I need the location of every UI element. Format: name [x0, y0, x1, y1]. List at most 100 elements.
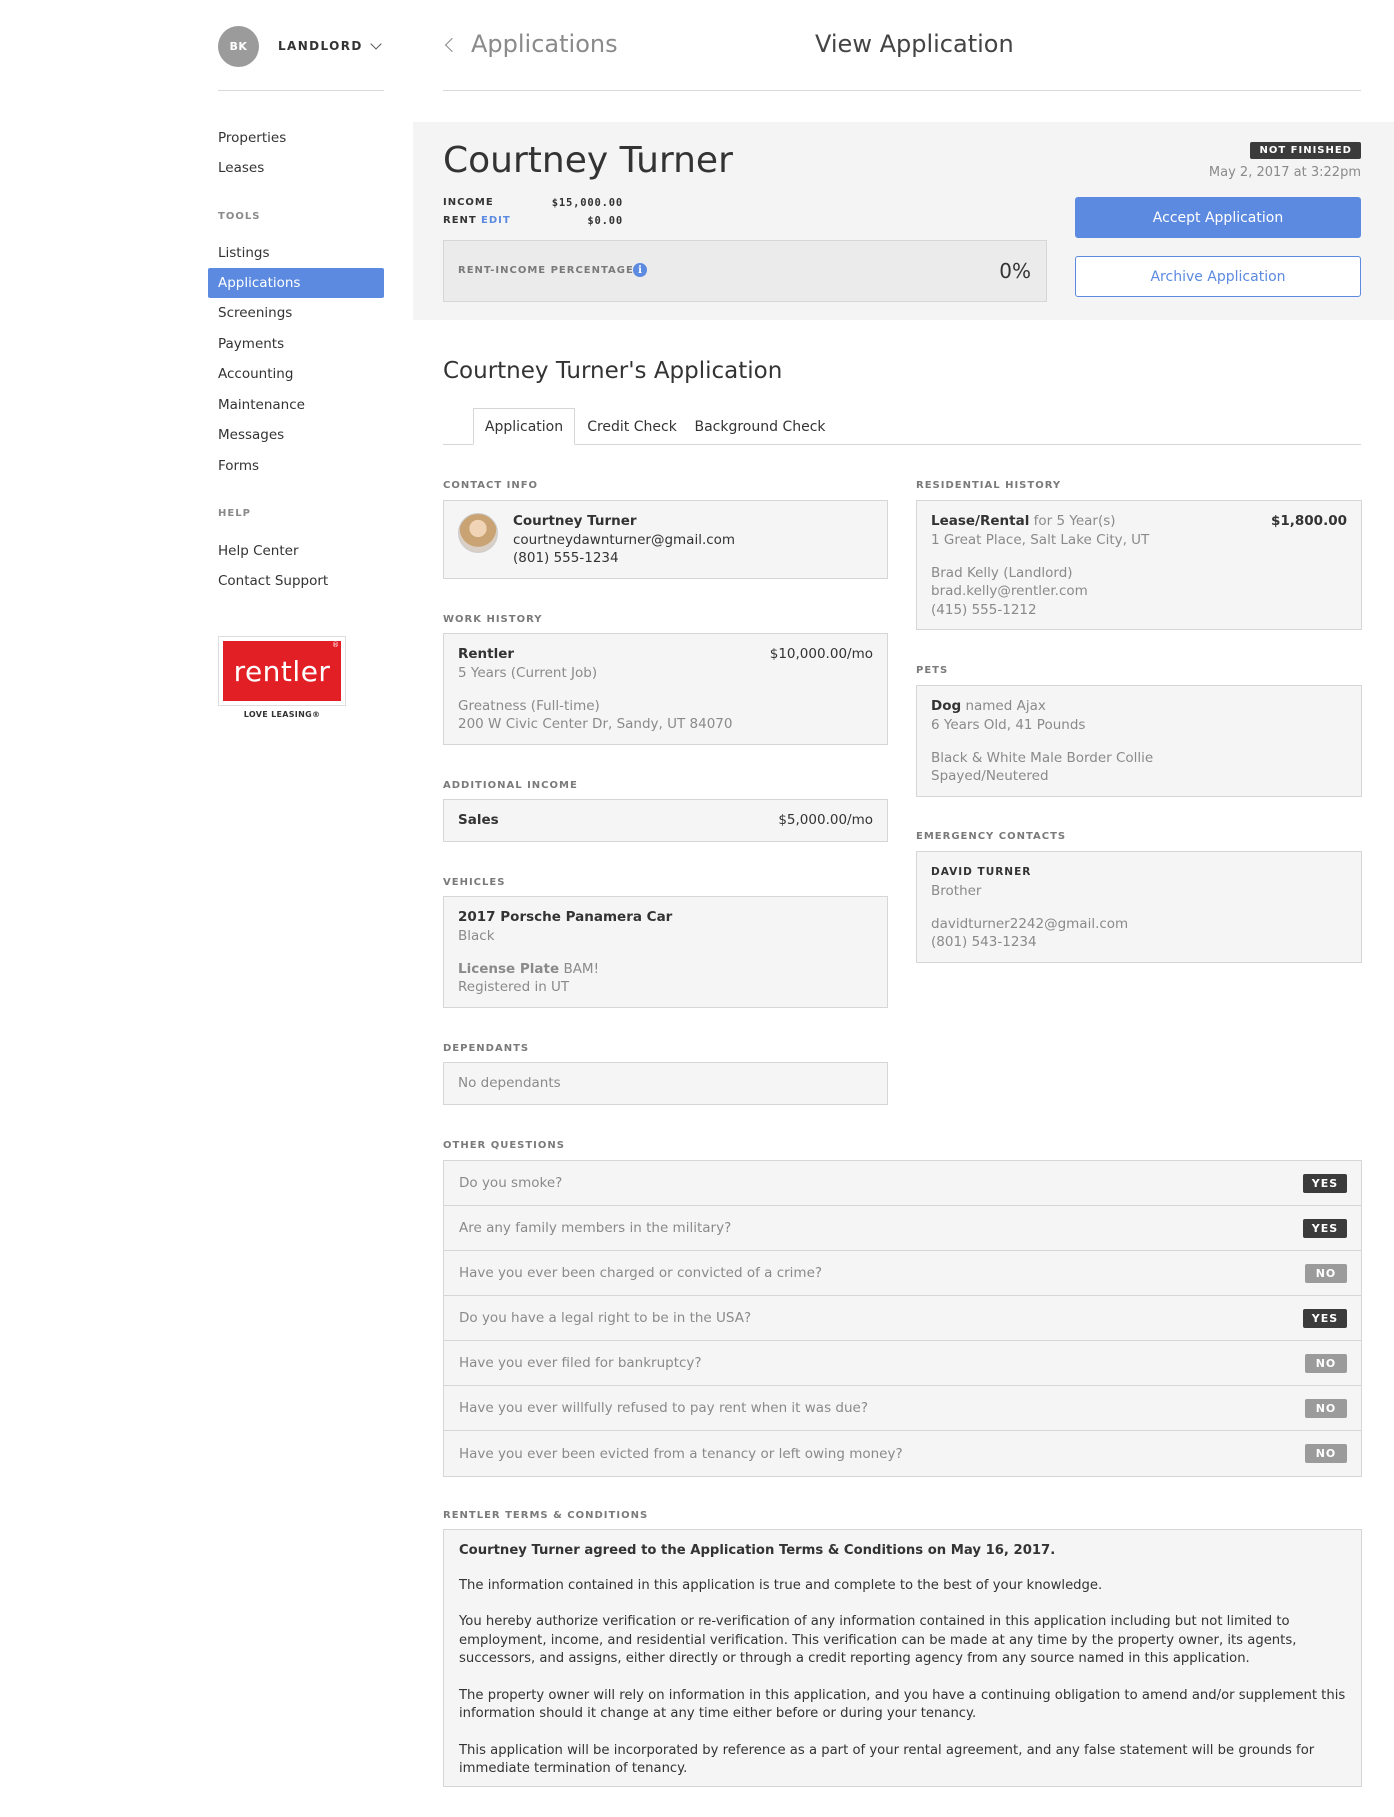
contact-phone[interactable]: (801) 555-1234	[513, 549, 619, 568]
emergency-contact-card: DAVID TURNER Brother davidturner2242@gma…	[916, 851, 1362, 963]
work-duration: 5 Years (Current Job)	[458, 665, 598, 681]
vehicle-plate-label: License Plate	[458, 961, 560, 977]
terms-paragraph: The property owner will rely on informat…	[459, 1687, 1346, 1722]
application-section-title: Courtney Turner's Application	[443, 358, 783, 384]
vehicle-plate: License Plate BAM!	[458, 960, 599, 979]
sidebar-item-contact-support[interactable]: Contact Support	[208, 566, 384, 596]
logo-wordmark: rentler	[223, 641, 341, 701]
pet-kind-line: Dog named Ajax	[931, 697, 1046, 716]
rent-income-percentage-label: RENT-INCOME PERCENTAGE	[458, 265, 634, 276]
landlord-name: Brad Kelly (Landlord)	[931, 565, 1073, 581]
residence-rent: $1,800.00	[1270, 513, 1347, 529]
rent-income-percentage-box: RENT-INCOME PERCENTAGE i 0%	[443, 240, 1047, 302]
vehicles-label: VEHICLES	[443, 877, 506, 888]
terms-card: Courtney Turner agreed to the Applicatio…	[443, 1529, 1362, 1787]
nav-heading-tools: TOOLS	[218, 211, 261, 222]
terms-paragraph: You hereby authorize verification or re-…	[459, 1614, 1297, 1666]
answer-badge: NO	[1305, 1444, 1347, 1463]
additional-income-amount: $5,000.00/mo	[778, 812, 873, 828]
contact-email[interactable]: courtneydawnturner@gmail.com	[513, 531, 735, 550]
avatar[interactable]: BK	[218, 25, 259, 67]
residence-duration: for 5 Year(s)	[1033, 513, 1116, 529]
chevron-down-icon[interactable]	[370, 37, 382, 50]
questions-table: Do you smoke? YES Are any family members…	[443, 1160, 1362, 1477]
answer-badge: NO	[1305, 1264, 1347, 1283]
emergency-contact-relation: Brother	[931, 883, 982, 899]
work-income: $10,000.00/mo	[769, 646, 873, 662]
pet-description: Black & White Male Border Collie	[931, 750, 1154, 766]
tab-background-check[interactable]: Background Check	[690, 408, 830, 445]
rent-label: RENT	[443, 215, 477, 226]
applicant-photo	[458, 513, 498, 553]
sidebar-item-forms[interactable]: Forms	[208, 451, 384, 481]
pet-kind: Dog	[931, 698, 962, 714]
accept-application-button[interactable]: Accept Application	[1075, 197, 1361, 238]
additional-income-source: Sales	[458, 812, 499, 828]
chevron-left-icon[interactable]	[444, 37, 460, 53]
info-icon[interactable]: i	[633, 263, 647, 277]
question-text: Do you smoke?	[459, 1175, 563, 1191]
emergency-contacts-label: EMERGENCY CONTACTS	[916, 831, 1067, 842]
sidebar-item-listings[interactable]: Listings	[208, 238, 384, 268]
sidebar-item-messages[interactable]: Messages	[208, 420, 384, 450]
divider	[443, 90, 1361, 91]
sidebar-item-maintenance[interactable]: Maintenance	[208, 390, 384, 420]
pets-label: PETS	[916, 665, 949, 676]
question-row: Do you have a legal right to be in the U…	[444, 1296, 1361, 1341]
question-row: Are any family members in the military? …	[444, 1206, 1361, 1251]
question-text: Do you have a legal right to be in the U…	[459, 1310, 752, 1326]
answer-badge: NO	[1305, 1354, 1347, 1373]
terms-paragraph: The information contained in this applic…	[459, 1577, 1103, 1593]
sidebar-item-accounting[interactable]: Accounting	[208, 359, 384, 389]
tab-application[interactable]: Application	[473, 408, 575, 445]
rentler-logo[interactable]: rentler ®	[218, 636, 346, 706]
applicant-name: Courtney Turner	[443, 140, 733, 181]
landlord-phone[interactable]: (415) 555-1212	[931, 601, 1037, 620]
account-role-label[interactable]: LANDLORD	[278, 39, 363, 53]
registered-mark: ®	[332, 641, 339, 649]
account-menu[interactable]: BK LANDLORD	[218, 25, 384, 67]
rent-value: $0.00	[587, 215, 623, 227]
pet-age-weight: 6 Years Old, 41 Pounds	[931, 717, 1086, 733]
terms-label: RENTLER TERMS & CONDITIONS	[443, 1510, 649, 1521]
sidebar-item-payments[interactable]: Payments	[208, 329, 384, 359]
sidebar-item-help-center[interactable]: Help Center	[208, 536, 384, 566]
additional-income-label: ADDITIONAL INCOME	[443, 780, 578, 791]
nav-heading-help: HELP	[218, 508, 251, 519]
residential-history-card: Lease/Rental for 5 Year(s) $1,800.00 1 G…	[916, 500, 1362, 630]
residence-type-line: Lease/Rental for 5 Year(s)	[931, 512, 1116, 531]
work-employer: Rentler	[458, 646, 515, 662]
vehicle-color: Black	[458, 928, 495, 944]
question-row: Do you smoke? YES	[444, 1161, 1361, 1206]
question-row: Have you ever filed for bankruptcy? NO	[444, 1341, 1361, 1386]
answer-badge: YES	[1303, 1219, 1347, 1238]
application-date: May 2, 2017 at 3:22pm	[1208, 165, 1361, 180]
landlord-email[interactable]: brad.kelly@rentler.com	[931, 582, 1088, 601]
question-text: Have you ever been charged or convicted …	[459, 1265, 823, 1281]
tab-credit-check[interactable]: Credit Check	[578, 408, 686, 445]
emergency-contact-phone[interactable]: (801) 543-1234	[931, 933, 1037, 952]
sidebar-item-properties[interactable]: Properties	[208, 123, 384, 153]
archive-application-button[interactable]: Archive Application	[1075, 256, 1361, 297]
sidebar-item-applications[interactable]: Applications	[208, 268, 384, 298]
emergency-contact-email[interactable]: davidturner2242@gmail.com	[931, 915, 1128, 934]
sidebar-item-screenings[interactable]: Screenings	[208, 298, 384, 328]
pet-name: named Ajax	[965, 698, 1046, 714]
sidebar-item-leases[interactable]: Leases	[208, 153, 384, 183]
logo-tagline: LOVE LEASING®	[243, 710, 321, 719]
vehicle-name: 2017 Porsche Panamera Car	[458, 909, 673, 925]
question-row: Have you ever been evicted from a tenanc…	[444, 1431, 1361, 1476]
back-link[interactable]: Applications	[471, 30, 618, 58]
page-title: View Application	[815, 30, 1014, 58]
contact-info-card: Courtney Turner courtneydawnturner@gmail…	[443, 500, 888, 579]
question-text: Have you ever filed for bankruptcy?	[459, 1355, 702, 1371]
dependants-card: No dependants	[443, 1062, 888, 1105]
contact-name: Courtney Turner	[513, 513, 637, 529]
residence-address: 1 Great Place, Salt Lake City, UT	[931, 532, 1150, 548]
emergency-contact-name: DAVID TURNER	[931, 866, 1032, 878]
status-badge: NOT FINISHED	[1250, 142, 1361, 159]
income-value: $15,000.00	[551, 197, 623, 209]
work-history-label: WORK HISTORY	[443, 614, 543, 625]
income-label: INCOME	[443, 197, 494, 208]
work-history-card: Rentler $10,000.00/mo 5 Years (Current J…	[443, 633, 888, 745]
